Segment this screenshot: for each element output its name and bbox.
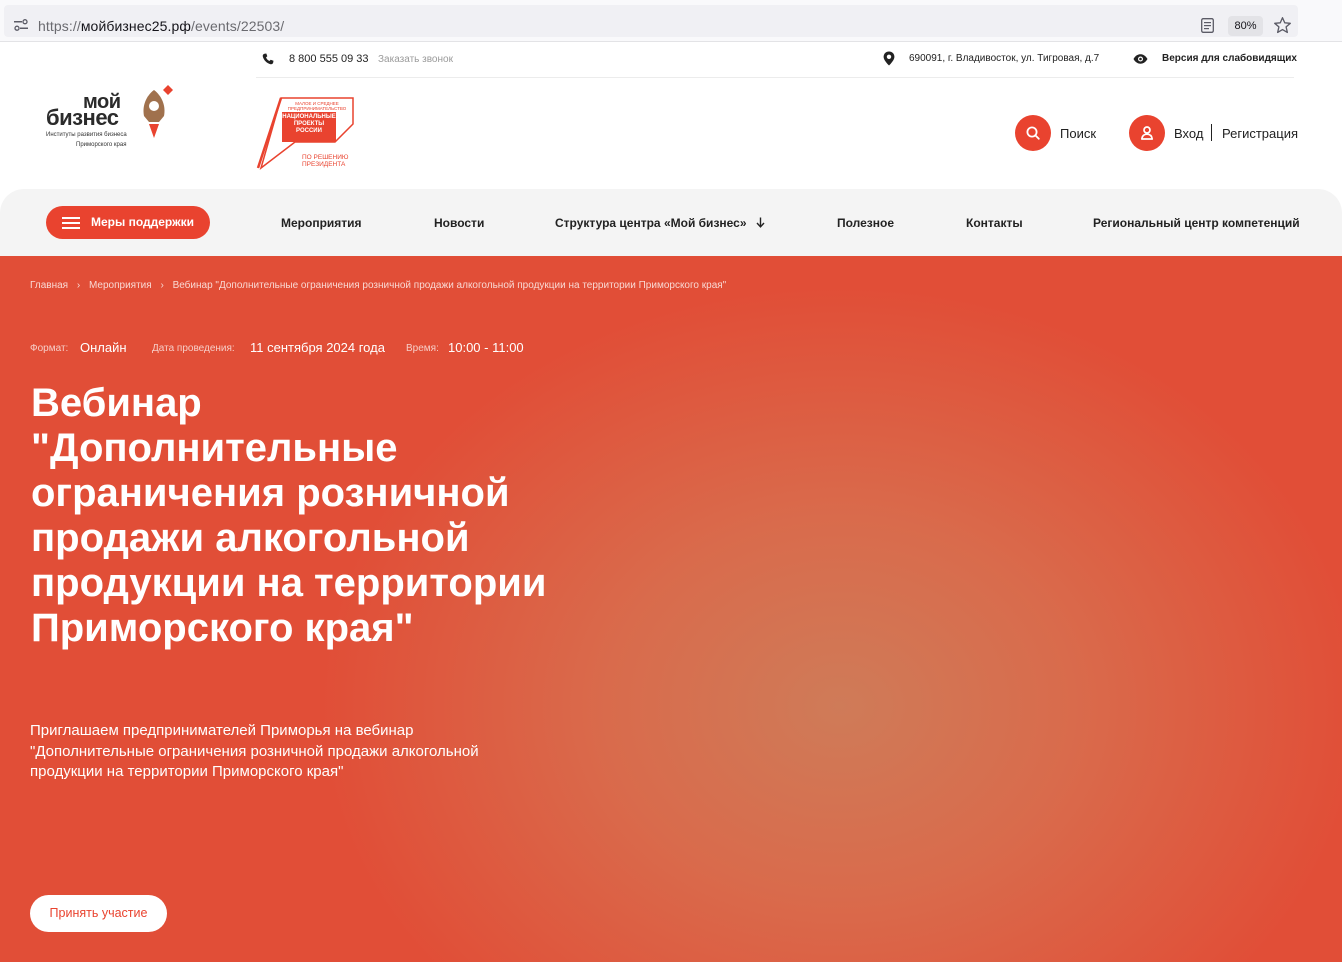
bookmark-star-icon[interactable] bbox=[1273, 16, 1292, 35]
low-vision-link[interactable]: Версия для слабовидящих bbox=[1162, 53, 1297, 64]
format-value: Онлайн bbox=[80, 340, 127, 355]
date-label: Дата проведения: bbox=[152, 343, 235, 354]
login-separator bbox=[1211, 124, 1212, 141]
time-value: 10:00 - 11:00 bbox=[448, 340, 524, 355]
callback-link[interactable]: Заказать звонок bbox=[378, 54, 453, 65]
phone-icon bbox=[262, 53, 274, 65]
logo-subtitle-line1: Институты развития бизнеса bbox=[46, 132, 127, 138]
nav-item-structure[interactable]: Структура центра «Мой бизнес» bbox=[555, 216, 747, 230]
login-link[interactable]: Вход bbox=[1174, 126, 1203, 141]
arrow-down-icon[interactable] bbox=[756, 217, 765, 228]
breadcrumb: Главная › Мероприятия › Вебинар "Дополни… bbox=[30, 280, 732, 291]
breadcrumb-separator: › bbox=[76, 280, 81, 291]
breadcrumb-current: Вебинар "Дополнительные ограничения розн… bbox=[172, 280, 727, 291]
date-value: 11 сентября 2024 года bbox=[250, 340, 385, 355]
join-button[interactable]: Принять участие bbox=[30, 895, 167, 932]
event-title: Вебинар "Дополнительные ограничения розн… bbox=[31, 381, 547, 650]
search-icon bbox=[1026, 126, 1040, 140]
np-logo-subtitle: ПО РЕШЕНИЮ ПРЕЗИДЕНТА bbox=[302, 154, 348, 168]
reader-view-icon[interactable] bbox=[1201, 18, 1214, 33]
np-logo-caption: МАЛОЕ И СРЕДНЕЕ ПРЕДПРИНИМАТЕЛЬСТВО bbox=[287, 101, 347, 111]
topbar-divider bbox=[256, 77, 1294, 78]
breadcrumb-events[interactable]: Мероприятия bbox=[89, 280, 152, 291]
menu-icon bbox=[62, 217, 80, 229]
support-measures-label: Меры поддержки bbox=[91, 215, 194, 229]
browser-toolbar: https://мойбизнес25.рф/events/22503/ 80% bbox=[0, 0, 1342, 42]
breadcrumb-separator: › bbox=[160, 280, 164, 291]
logo-rocket-pin-icon bbox=[143, 85, 173, 138]
nav-item-events[interactable]: Мероприятия bbox=[281, 216, 362, 230]
np-logo-title: НАЦИОНАЛЬНЫЕ ПРОЕКТЫ РОССИИ bbox=[282, 112, 336, 142]
nav-item-useful[interactable]: Полезное bbox=[837, 216, 894, 230]
eye-icon[interactable] bbox=[1133, 54, 1148, 64]
format-label: Формат: bbox=[30, 343, 69, 354]
zoom-level-button[interactable]: 80% bbox=[1228, 16, 1263, 36]
nav-item-news[interactable]: Новости bbox=[434, 216, 484, 230]
user-icon bbox=[1140, 126, 1154, 140]
url-text[interactable]: https://мойбизнес25.рф/events/22503/ bbox=[38, 18, 284, 34]
nav-item-competence-center[interactable]: Региональный центр компетенций bbox=[1093, 216, 1300, 230]
location-pin-icon bbox=[883, 51, 895, 66]
logo-subtitle-line2: Приморского края bbox=[76, 142, 127, 148]
logo-word-biznes: бизнес bbox=[46, 105, 119, 130]
time-label: Время: bbox=[406, 343, 439, 354]
phone-number-link[interactable]: 8 800 555 09 33 bbox=[289, 53, 369, 65]
support-measures-button[interactable]: Меры поддержки bbox=[46, 206, 210, 239]
np-sub-line1: ПО РЕШЕНИЮ bbox=[302, 154, 349, 161]
page-settings-icon[interactable] bbox=[14, 19, 28, 31]
login-button[interactable] bbox=[1129, 115, 1165, 151]
breadcrumb-home[interactable]: Главная bbox=[30, 280, 68, 291]
nav-item-contacts[interactable]: Контакты bbox=[966, 216, 1023, 230]
np-sub-line2: ПРЕЗИДЕНТА bbox=[302, 161, 346, 168]
search-button[interactable] bbox=[1015, 115, 1051, 151]
address-text: 690091, г. Владивосток, ул. Тигровая, д.… bbox=[909, 53, 1100, 64]
search-label[interactable]: Поиск bbox=[1060, 126, 1096, 141]
address-bar[interactable]: https://мойбизнес25.рф/events/22503/ 80% bbox=[4, 5, 1298, 37]
event-lead: Приглашаем предпринимателей Приморья на … bbox=[30, 722, 479, 780]
register-link[interactable]: Регистрация bbox=[1222, 126, 1298, 141]
